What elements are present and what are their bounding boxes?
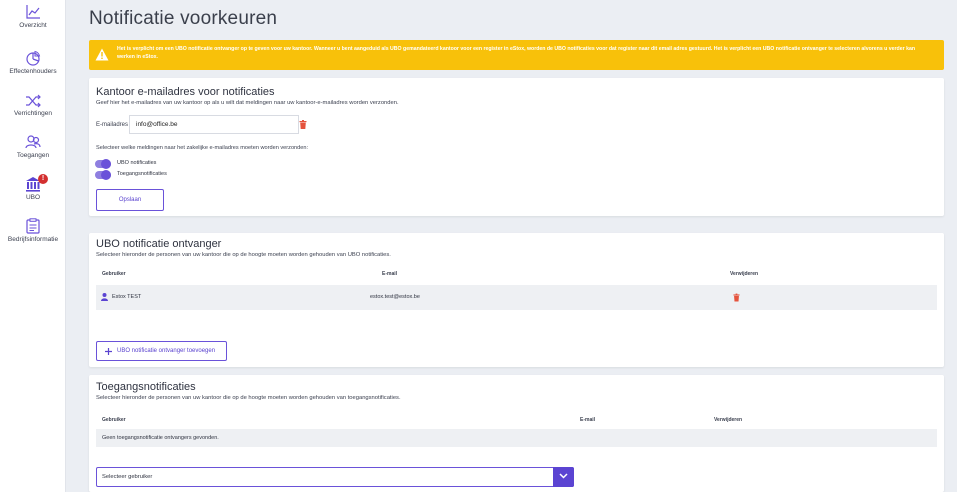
warning-text: Het is verplicht om een UBO notificatie …: [117, 46, 916, 60]
sidebar-item-label: Toegangen: [16, 152, 50, 159]
email-field[interactable]: [129, 115, 299, 134]
users-icon: [25, 135, 41, 149]
sidebar-item-verrichtingen[interactable]: Verrichtingen: [0, 94, 66, 117]
warning-icon: [95, 48, 109, 61]
select-placeholder: Selecteer gebruiker: [102, 474, 153, 480]
document-icon: [26, 218, 40, 234]
sidebar-item-label: Effectenhouders: [9, 68, 57, 75]
toggle-label: Toegangsnotificaties: [117, 171, 167, 177]
row-user-name: Estox TEST: [112, 294, 142, 300]
dropdown-toggle[interactable]: [553, 467, 574, 487]
table-header: Gebruiker E-mail Verwijderen: [96, 267, 937, 281]
card-subtitle: Selecteer hieronder de personen van uw k…: [96, 252, 391, 258]
sidebar-item-ubo[interactable]: ! UBO: [0, 174, 66, 201]
card-title: Toegangsnotificaties: [96, 381, 196, 393]
ubo-notifications-toggle[interactable]: [95, 159, 111, 169]
page-title: Notificatie voorkeuren: [89, 8, 278, 29]
column-header-email: E-mail: [382, 271, 398, 277]
table-header: Gebruiker E-mail Verwijderen: [96, 413, 937, 427]
card-title: Kantoor e-mailadres voor notificaties: [96, 86, 275, 98]
table-row: Estox TEST estox.test@estox.be: [96, 285, 937, 310]
office-email-card: Kantoor e-mailadres voor notificaties Ge…: [89, 78, 944, 216]
sidebar-item-overzicht[interactable]: Overzicht: [0, 4, 66, 29]
card-subtitle: Geef hier het e-mailadres van uw kantoor…: [96, 100, 399, 106]
empty-row: Geen toegangsnotificatie ontvangers gevo…: [96, 429, 937, 447]
sidebar-item-label: UBO: [25, 194, 41, 201]
chevron-down-icon: [559, 473, 568, 479]
column-header-delete: Verwijderen: [730, 271, 759, 277]
trash-icon[interactable]: [733, 293, 740, 302]
ubo-recipient-card: UBO notificatie ontvanger Selecteer hier…: [89, 233, 944, 367]
card-subtitle: Selecteer hieronder de personen van uw k…: [96, 395, 401, 401]
column-header-delete: Verwijderen: [714, 417, 743, 423]
sidebar-item-label: Bedrijfsinformatie: [7, 236, 59, 243]
notification-select-text: Selecteer welke meldingen naar het zakel…: [96, 145, 309, 151]
email-field-label: E-mailadres: [96, 122, 129, 128]
sidebar-item-label: Verrichtingen: [14, 110, 52, 117]
row-user-email: estox.test@estox.be: [370, 294, 420, 300]
add-ubo-recipient-button[interactable]: UBO notificatie ontvanger toevoegen: [96, 341, 227, 361]
sidebar-item-bedrijfsinformatie[interactable]: Bedrijfsinformatie: [0, 218, 66, 243]
sidebar-item-toegangen[interactable]: Toegangen: [0, 134, 66, 159]
empty-message: Geen toegangsnotificatie ontvangers gevo…: [102, 435, 219, 441]
column-header-user: Gebruiker: [102, 417, 126, 423]
sidebar: Overzicht Effectenhouders Verrichtingen …: [0, 0, 66, 492]
card-title: UBO notificatie ontvanger: [96, 238, 222, 250]
toggle-label: UBO notificaties: [117, 160, 157, 166]
warning-alert: Het is verplicht om een UBO notificatie …: [89, 40, 944, 70]
trash-icon[interactable]: [299, 120, 307, 129]
access-notifications-toggle[interactable]: [95, 170, 111, 180]
save-button[interactable]: Opslaan: [96, 189, 164, 211]
alert-badge: !: [38, 174, 48, 184]
add-button-label: UBO notificatie ontvanger toevoegen: [117, 348, 216, 354]
plus-icon: [105, 348, 112, 355]
user-icon: [101, 293, 108, 301]
chart-line-icon: [26, 5, 40, 19]
sidebar-item-effectenhouders[interactable]: Effectenhouders: [0, 50, 66, 75]
column-header-user: Gebruiker: [102, 271, 126, 277]
access-notifications-card: Toegangsnotificaties Selecteer hieronder…: [89, 375, 944, 492]
column-header-email: E-mail: [580, 417, 596, 423]
shuffle-icon: [26, 94, 41, 108]
sidebar-item-label: Overzicht: [19, 22, 47, 29]
pie-chart-icon: [26, 50, 41, 66]
select-user-dropdown[interactable]: Selecteer gebruiker: [96, 467, 574, 487]
